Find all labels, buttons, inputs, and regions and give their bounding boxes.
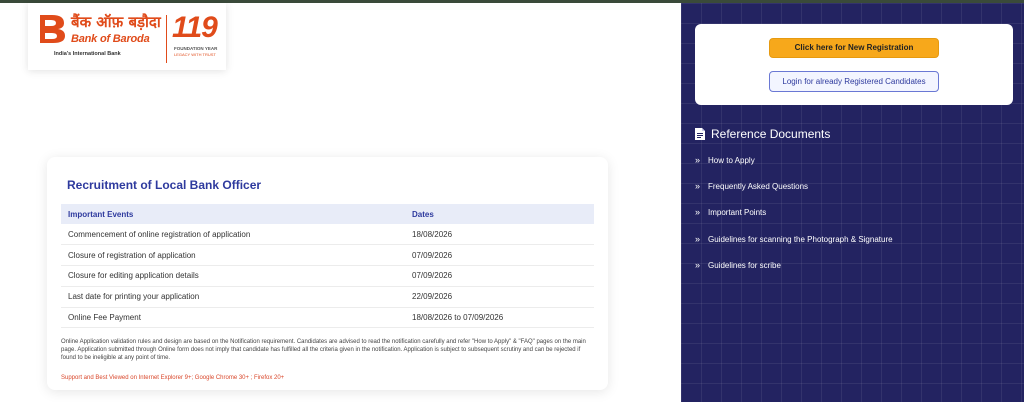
logo-divider <box>166 15 167 63</box>
recruitment-card: Recruitment of Local Bank Officer Import… <box>47 157 608 390</box>
ref-link-label: How to Apply <box>708 156 755 165</box>
new-registration-button[interactable]: Click here for New Registration <box>769 38 939 58</box>
event-cell: Online Fee Payment <box>61 307 405 329</box>
date-cell: 07/09/2026 <box>405 265 594 287</box>
table-header-row: Important Events Dates <box>61 204 594 224</box>
double-chevron-right-icon: » <box>695 234 701 244</box>
date-cell: 07/09/2026 <box>405 244 594 267</box>
ref-link-label: Important Points <box>708 208 767 217</box>
important-events-table: Important Events Dates Commencement of o… <box>61 204 594 329</box>
application-note: Online Application validation rules and … <box>61 339 586 361</box>
registration-box: Click here for New Registration Login fo… <box>695 24 1013 105</box>
event-cell: Commencement of online registration of a… <box>61 224 405 246</box>
double-chevron-right-icon: » <box>695 155 701 165</box>
bank-tagline: India's International Bank <box>54 51 121 57</box>
date-cell: 18/08/2026 to 07/09/2026 <box>405 307 594 329</box>
column-header-dates: Dates <box>405 204 594 224</box>
document-icon <box>695 128 705 140</box>
ref-link-label: Guidelines for scribe <box>708 261 781 270</box>
column-header-events: Important Events <box>61 204 405 224</box>
login-button[interactable]: Login for already Registered Candidates <box>769 71 939 92</box>
bank-name-english: Bank of Baroda <box>71 33 150 45</box>
double-chevron-right-icon: » <box>695 260 701 270</box>
double-chevron-right-icon: » <box>695 207 701 217</box>
ref-link-label: Frequently Asked Questions <box>708 182 809 191</box>
table-row: Commencement of online registration of a… <box>61 224 594 246</box>
event-cell: Last date for printing your application <box>61 286 405 308</box>
double-chevron-right-icon: » <box>695 181 701 191</box>
foundation-year-label: FOUNDATION YEAR <box>174 46 218 51</box>
reference-documents-title: Reference Documents <box>711 127 831 141</box>
baroda-sun-icon <box>40 15 65 43</box>
bank-logo[interactable]: बैंक ऑफ़ बड़ौदा Bank of Baroda India's I… <box>28 3 226 70</box>
event-cell: Closure of registration of application <box>61 244 405 267</box>
anniversary-number: 119 <box>172 11 218 44</box>
table-row: Online Fee Payment 18/08/2026 to 07/09/2… <box>61 307 594 329</box>
event-cell: Closure for editing application details <box>61 265 405 287</box>
browser-support-note: Support and Best Viewed on Internet Expl… <box>61 375 285 381</box>
page-title: Recruitment of Local Bank Officer <box>67 178 262 192</box>
right-panel: Click here for New Registration Login fo… <box>681 3 1024 402</box>
date-cell: 18/08/2026 <box>405 224 594 246</box>
table-row: Last date for printing your application … <box>61 286 594 308</box>
date-cell: 22/09/2026 <box>405 286 594 308</box>
table-row: Closure for editing application details … <box>61 265 594 287</box>
ref-link-label: Guidelines for scanning the Photograph &… <box>708 235 893 244</box>
bank-name-hindi: बैंक ऑफ़ बड़ौदा <box>71 13 161 31</box>
legacy-label: LEGACY WITH TRUST <box>174 52 216 57</box>
table-row: Closure of registration of application 0… <box>61 244 594 267</box>
